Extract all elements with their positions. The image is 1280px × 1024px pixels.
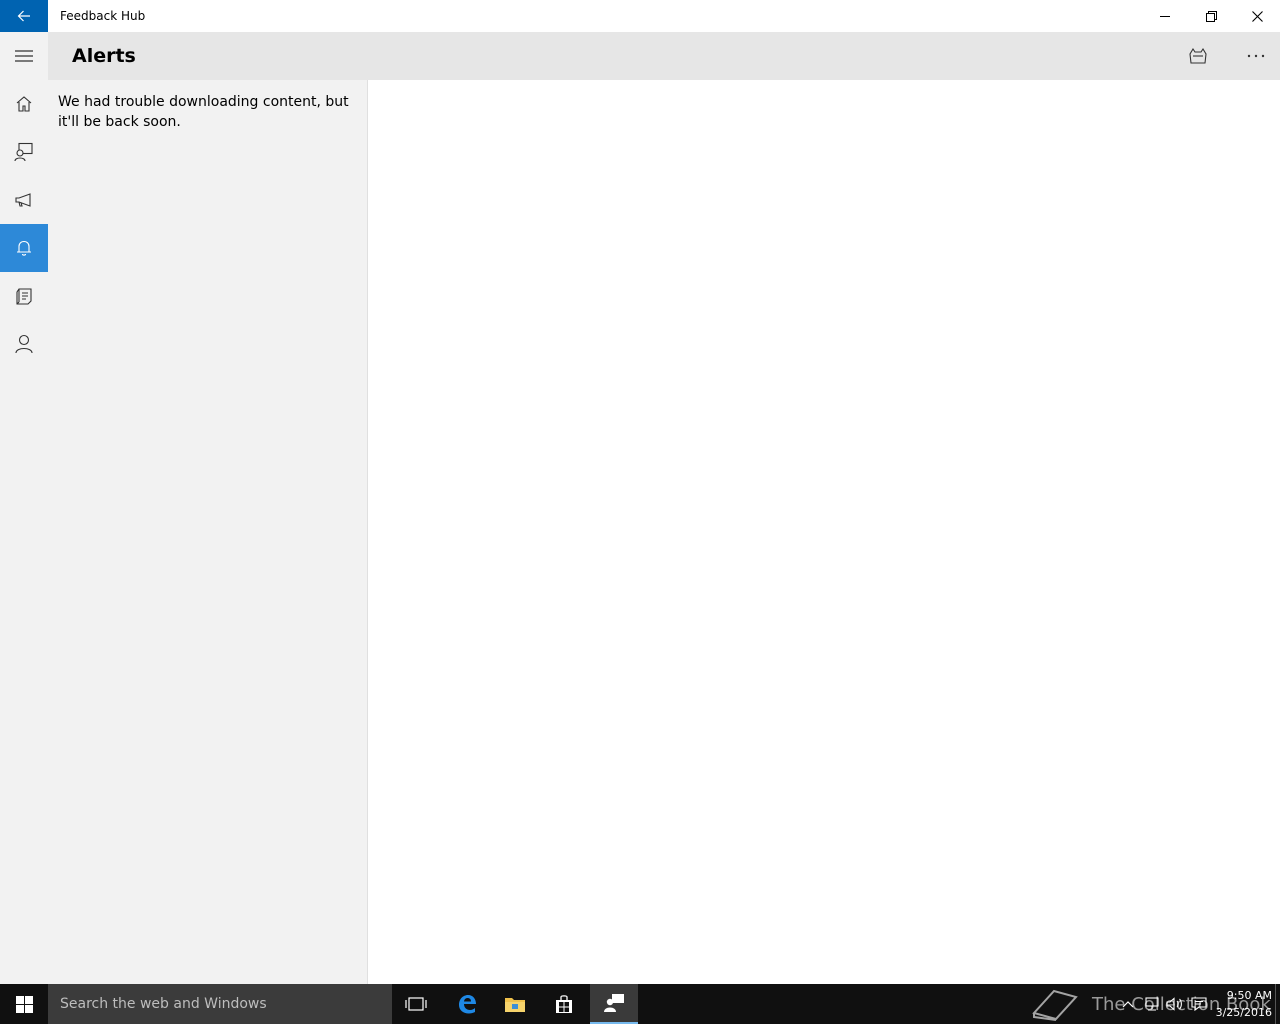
hamburger-menu-button[interactable] [0,32,48,80]
ninja-cat-icon [1189,47,1207,64]
close-button[interactable] [1234,0,1280,32]
windows-logo-icon [15,995,33,1013]
task-view-button[interactable] [392,984,440,1024]
nav-item-home[interactable] [0,80,48,128]
megaphone-icon [15,193,31,207]
show-hidden-icons-button[interactable] [1118,994,1138,1014]
back-button[interactable] [0,0,48,32]
action-center-icon [1191,997,1207,1011]
alerts-list-pane: We had trouble downloading content, but … [48,80,368,984]
feedback-hub-icon [604,994,624,1012]
nav-item-quests[interactable] [0,272,48,320]
app-title: Feedback Hub [60,9,146,23]
error-message: We had trouble downloading content, but … [58,94,349,130]
volume-button[interactable] [1165,994,1185,1014]
volume-icon [1166,997,1182,1011]
nav-item-profile[interactable] [0,320,48,368]
page-title: Alerts [72,45,136,67]
book-icon [1032,989,1078,1021]
detail-pane [369,80,1280,984]
restore-button[interactable] [1188,0,1234,32]
nav-item-feedback[interactable] [0,128,48,176]
back-arrow-icon [17,10,30,22]
insider-hub-button[interactable] [1174,32,1222,80]
taskbar-file-explorer[interactable] [491,984,539,1024]
feedback-icon [14,142,33,162]
ellipsis-icon [1247,54,1265,58]
home-icon [16,96,32,112]
navigation-rail [0,32,48,984]
hamburger-icon [15,50,33,62]
show-desktop-button[interactable] [1275,984,1280,1024]
close-icon [1251,10,1263,22]
clock[interactable]: 9:50 AM 3/25/2016 [1212,987,1272,1021]
taskbar-feedback-hub[interactable] [590,984,638,1024]
more-options-button[interactable] [1232,32,1280,80]
page-header: Alerts [48,32,1280,80]
minimize-icon [1160,16,1170,17]
person-icon [15,334,33,354]
chevron-up-icon [1122,1001,1134,1008]
action-center-button[interactable] [1189,994,1209,1014]
network-button[interactable] [1142,994,1162,1014]
search-box[interactable]: Search the web and Windows [48,984,392,1024]
folder-icon [505,998,525,1012]
taskbar: Search the web and Windows The Collectio… [0,984,1280,1024]
clock-date: 3/25/2016 [1215,1006,1272,1019]
minimize-button[interactable] [1142,0,1188,32]
taskbar-edge[interactable] [443,984,491,1024]
taskbar-store[interactable] [540,984,588,1024]
clock-time: 9:50 AM [1226,989,1272,1002]
bell-icon [17,240,31,256]
nav-item-announcements[interactable] [0,176,48,224]
task-view-icon [405,997,427,1011]
search-placeholder: Search the web and Windows [60,996,267,1012]
store-icon [556,995,572,1013]
start-button[interactable] [0,984,48,1024]
network-icon [1145,997,1159,1011]
nav-item-alerts[interactable] [0,224,48,272]
edge-icon [459,995,476,1014]
title-bar: Feedback Hub [0,0,1280,32]
quest-icon [16,288,32,305]
restore-icon [1205,10,1217,22]
